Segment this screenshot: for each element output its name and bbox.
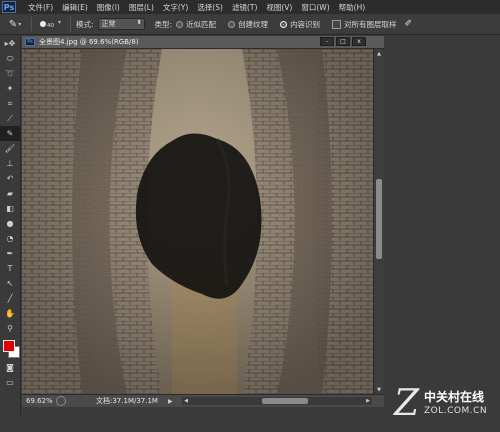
radio-create-texture-label: 创建纹理 [238,19,269,29]
screen-mode-icon[interactable]: ▭ [0,375,20,390]
panorama-image [22,49,373,394]
foreground-color-swatch[interactable] [3,340,15,352]
menu-image[interactable]: 图像(I) [97,2,120,13]
type-label: 类型: [154,19,173,29]
radio-proximity-match-label: 近似匹配 [186,19,217,29]
eraser-icon[interactable]: ▰ [0,186,20,201]
minimize-button[interactable]: - [320,37,334,46]
watermark-brand: 中关村在线 [424,390,485,404]
move-icon[interactable]: ▸✥ [0,36,20,51]
menu-bar: Ps 文件(F) 编辑(E) 图像(I) 图层(L) 文字(Y) 选择(S) 滤… [0,0,500,14]
menu-window[interactable]: 窗口(W) [301,2,329,13]
menu-file[interactable]: 文件(F) [28,2,53,13]
dodge-icon[interactable]: ◔ [0,231,20,246]
restore-button[interactable]: □ [336,37,350,46]
brush-tip-icon [40,21,46,27]
vertical-scroll-thumb[interactable] [376,179,382,259]
vertical-scrollbar[interactable]: ▲ ▼ [373,49,384,394]
menu-filter[interactable]: 滤镜(T) [232,2,257,13]
mode-select[interactable]: 正常 ⬍ [97,18,145,30]
eyedropper-icon[interactable]: ⟋ [0,111,20,126]
watermark-url: ZOL.COM.CN [424,406,488,416]
shape-icon[interactable]: ╱ [0,291,20,306]
document-tab-bar: Ps 全景图4.jpg @ 69.6%(RGB/8) - □ x [22,36,384,49]
sample-all-layers-checkbox[interactable] [332,19,342,29]
zoom-level-field[interactable]: 69.62% [22,397,56,405]
spot-healing-brush-icon[interactable]: ✎ [0,126,20,141]
photoshop-logo: Ps [2,1,16,13]
divider [31,17,32,31]
status-bar: 69.62% 文档:37.1M/37.1M ▶ ◀ ▶ [22,394,384,407]
zol-watermark: Z 中关村在线 ZOL.COM.CN [392,384,500,428]
type-icon[interactable]: T [0,261,20,276]
chevron-down-icon: ⬍ [136,19,142,26]
horizontal-scrollbar[interactable]: ◀ ▶ [182,397,372,405]
options-bar: ✎ ▾ 40 ▾ 模式: 正常 ⬍ 类型: 近似匹配 创建纹理 内容识别 对所有图… [0,14,500,35]
brush-icon[interactable]: 🖌 [0,141,20,156]
crop-icon[interactable]: ⌗ [0,96,20,111]
brush-size-picker[interactable]: 40 ▾ [37,17,65,31]
scroll-up-icon[interactable]: ▲ [374,49,384,58]
document-canvas[interactable] [22,49,373,394]
pressure-size-icon[interactable]: ✐ [405,19,413,29]
gradient-icon[interactable]: ◧ [0,201,20,216]
color-swatches [0,338,20,360]
zoom-icon[interactable]: ⚲ [0,321,20,336]
blur-icon[interactable]: ● [0,216,20,231]
zol-logo-icon: Z [394,383,420,424]
quick-select-icon[interactable]: ✦ [0,81,20,96]
bandage-icon: ✎ [8,18,18,30]
brush-size-value: 40 [47,23,54,29]
divider [70,17,71,31]
radio-content-aware-label: 内容识别 [290,19,321,29]
pen-icon[interactable]: ✒ [0,246,20,261]
mode-label: 模式: [76,19,94,29]
scroll-down-icon[interactable]: ▼ [374,385,384,394]
menu-edit[interactable]: 编辑(E) [62,2,88,13]
status-info-icon[interactable] [56,396,66,406]
menu-select[interactable]: 选择(S) [197,2,223,13]
document-ps-icon: Ps [25,38,35,46]
menu-view[interactable]: 视图(V) [266,2,292,13]
horizontal-scroll-thumb[interactable] [262,398,308,404]
status-menu-arrow-icon[interactable]: ▶ [168,398,173,405]
history-brush-icon[interactable]: ↶ [0,171,20,186]
clone-stamp-icon[interactable]: ⊥ [0,156,20,171]
chevron-down-icon: ▾ [58,19,62,26]
menu-layer[interactable]: 图层(L) [129,2,154,13]
document-size-info: 文档:37.1M/37.1M [96,397,158,405]
mode-value: 正常 [101,20,116,28]
tool-preset-picker[interactable]: ✎ ▾ [4,17,26,31]
sample-all-layers-label: 对所有图层取样 [344,19,397,29]
path-select-icon[interactable]: ↖ [0,276,20,291]
close-button[interactable]: x [352,37,366,46]
document-title: 全景图4.jpg @ 69.6%(RGB/8) [39,38,139,46]
menu-type[interactable]: 文字(Y) [163,2,188,13]
radio-proximity-match[interactable] [176,20,184,28]
chevron-down-icon: ▾ [18,20,22,28]
radio-content-aware[interactable] [280,20,288,28]
radio-create-texture[interactable] [228,20,236,28]
scroll-right-icon[interactable]: ▶ [364,397,372,405]
marquee-icon[interactable]: ⬭ [0,51,20,66]
hand-icon[interactable]: ✋ [0,306,20,321]
menu-help[interactable]: 帮助(H) [339,2,366,13]
quick-mask-icon[interactable]: ◙ [0,360,20,375]
tools-panel: ▸✥ ⬭ ➰ ✦ ⌗ ⟋ ✎ 🖌 ⊥ ↶ ▰ ◧ ● ◔ ✒ T ↖ ╱ ✋ ⚲… [0,36,21,416]
lasso-icon[interactable]: ➰ [0,66,20,81]
scroll-left-icon[interactable]: ◀ [182,397,190,405]
